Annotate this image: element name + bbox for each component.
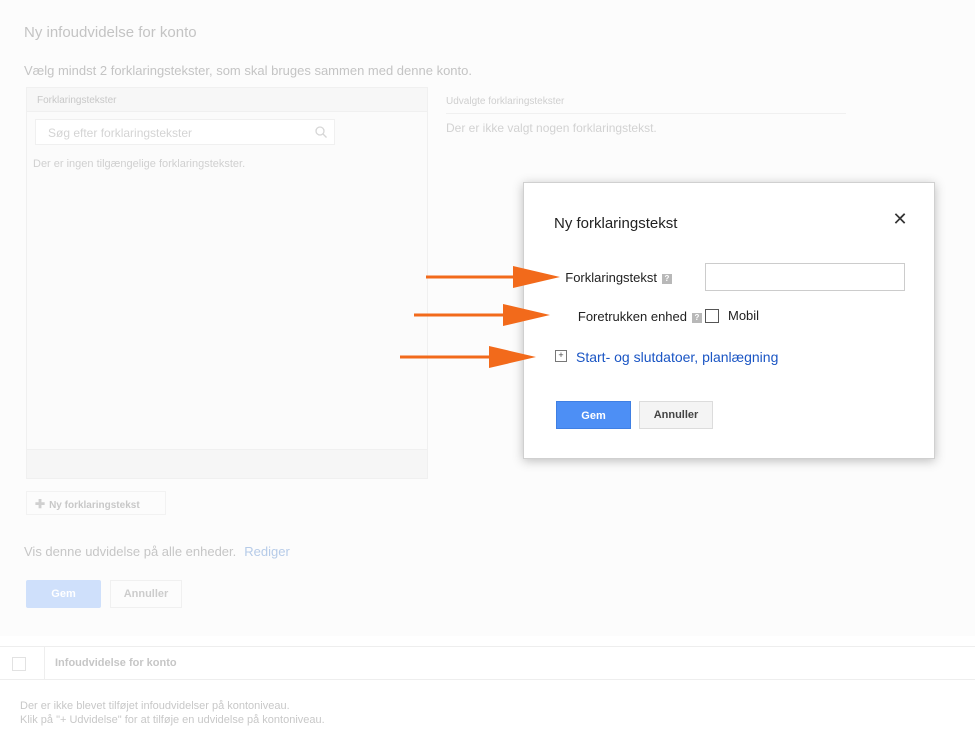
visibility-text: Vis denne udvidelse på alle enheder. [24,544,237,559]
empty-message: Der er ikke blevet tilføjet infoudvidels… [20,699,325,727]
mobile-checkbox[interactable] [705,309,719,323]
text-field-label: Forklaringstekst? [565,270,672,285]
table-header-row: Infoudvidelse for konto [0,646,975,680]
text-field-input[interactable] [705,263,905,291]
edit-link[interactable]: Rediger [244,544,290,559]
search-placeholder: Søg efter forklaringstekster [48,126,193,140]
mobile-label: Mobil [728,308,760,323]
device-label-text: Foretrukken enhed [577,309,687,324]
expand-icon[interactable]: + [555,350,567,362]
save-button[interactable]: Gem [556,401,631,429]
device-label: Foretrukken enhed? [578,309,702,324]
background-cancel-button[interactable]: Annuller [110,580,182,608]
available-texts-header: Forklaringstekster [27,88,427,112]
search-icon [315,126,327,138]
page-title: Ny infoudvidelse for konto [24,24,197,41]
close-icon[interactable]: ✕ [892,209,908,230]
new-text-dialog: Ny forklaringstekst ✕ Forklaringstekst? … [523,182,935,459]
available-texts-empty: Der er ingen tilgængelige forklaringstek… [33,158,246,170]
column-header: Infoudvidelse for konto [55,657,177,669]
selected-texts-empty: Der er ikke valgt nogen forklaringstekst… [446,121,657,135]
dialog-title: Ny forklaringstekst [554,215,678,232]
text-field-label-text: Forklaringstekst [565,270,657,285]
help-icon[interactable]: ? [692,312,702,323]
cancel-button[interactable]: Annuller [639,401,713,429]
column-divider [44,647,45,679]
schedule-link[interactable]: Start- og slutdatoer, planlægning [576,349,778,365]
select-all-checkbox[interactable] [12,657,26,671]
new-text-label: Ny forklaringstekst [49,500,140,511]
available-texts-panel: Forklaringstekster Søg efter forklarings… [26,87,428,479]
empty-message-line: Der er ikke blevet tilføjet infoudvidels… [20,700,290,712]
search-input[interactable]: Søg efter forklaringstekster [35,119,335,145]
instruction-text: Vælg mindst 2 forklaringstekster, som sk… [24,63,472,78]
empty-message-line: Klik på "+ Udvidelse" for at tilføje en … [20,714,325,726]
help-icon[interactable]: ? [662,273,672,284]
panel-footer [27,449,427,478]
selected-texts-header: Udvalgte forklaringstekster [446,96,846,114]
background-save-button[interactable]: Gem [26,580,101,608]
new-text-button[interactable]: ✚ Ny forklaringstekst [26,491,166,515]
plus-icon: ✚ [35,497,46,511]
visibility-row: Vis denne udvidelse på alle enheder. Redi… [24,544,290,559]
